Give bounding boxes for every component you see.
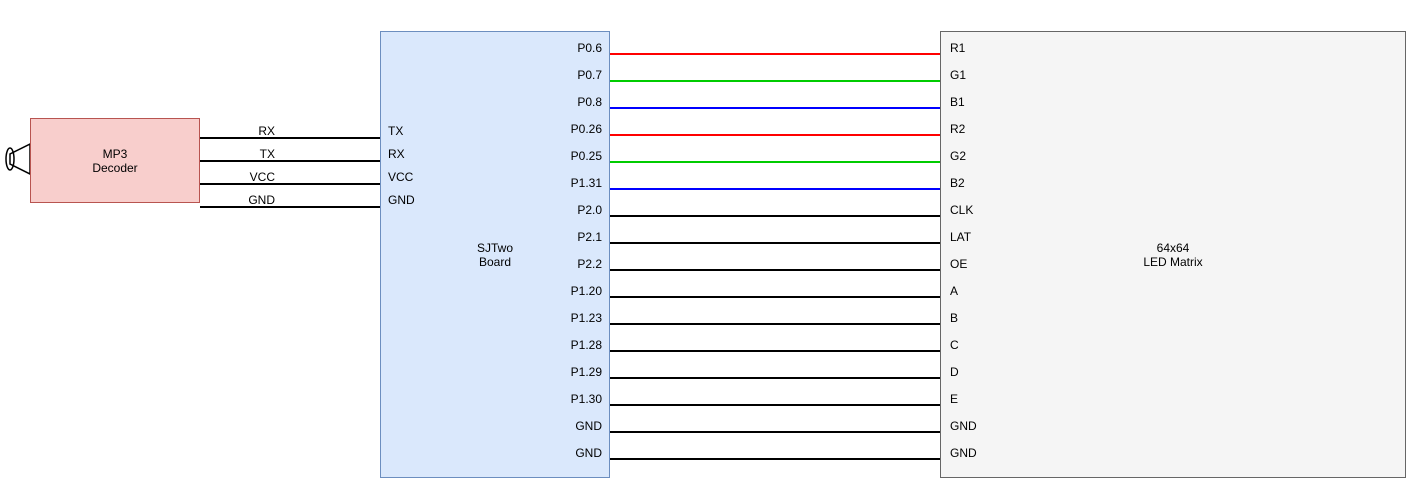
wire-sj-led (610, 215, 940, 217)
mp3-title: MP3 Decoder (92, 147, 137, 175)
wire-sj-led (610, 161, 940, 163)
wire-sj-led (610, 323, 940, 325)
wire-sj-led (610, 107, 940, 109)
sjtwo-right-pin: P0.25 (552, 149, 602, 163)
wire-mp3-vcc-sj-vcc (200, 183, 380, 185)
sjtwo-title: SJTwo Board (477, 241, 513, 269)
led-left-pin: GND (950, 419, 977, 433)
mp3-pin-gnd: GND (235, 193, 275, 207)
wire-mp3-tx-sj-rx (200, 160, 380, 162)
mp3-pin-rx: RX (235, 124, 275, 138)
led-left-pin: G2 (950, 149, 966, 163)
wire-sj-led (610, 431, 940, 433)
wire-sj-led (610, 80, 940, 82)
wire-sj-led (610, 188, 940, 190)
led-left-pin: D (950, 365, 959, 379)
sjtwo-right-pin: P1.28 (552, 338, 602, 352)
led-left-pin: R2 (950, 122, 965, 136)
led-matrix-block: 64x64 LED Matrix (940, 31, 1406, 478)
wire-sj-led (610, 350, 940, 352)
led-left-pin: C (950, 338, 959, 352)
sjtwo-left-rx: RX (388, 147, 405, 161)
sjtwo-right-pin: P1.29 (552, 365, 602, 379)
wire-sj-led (610, 458, 940, 460)
wire-sj-led (610, 377, 940, 379)
led-left-pin: B (950, 311, 958, 325)
sjtwo-left-tx: TX (388, 124, 403, 138)
wire-sj-led (610, 296, 940, 298)
sjtwo-right-pin: P0.6 (552, 41, 602, 55)
led-left-pin: R1 (950, 41, 965, 55)
led-left-pin: GND (950, 446, 977, 460)
wire-sj-led (610, 134, 940, 136)
led-left-pin: OE (950, 257, 967, 271)
led-left-pin: G1 (950, 68, 966, 82)
mp3-decoder-block: MP3 Decoder (30, 118, 200, 203)
sjtwo-left-gnd: GND (388, 193, 415, 207)
mp3-pin-vcc: VCC (235, 170, 275, 184)
wire-sj-led (610, 242, 940, 244)
led-left-pin: CLK (950, 203, 973, 217)
wire-sj-led (610, 404, 940, 406)
sjtwo-right-pin: P0.7 (552, 68, 602, 82)
speaker-icon (0, 139, 30, 179)
led-title: 64x64 LED Matrix (1143, 241, 1202, 269)
wire-sj-led (610, 269, 940, 271)
led-left-pin: LAT (950, 230, 971, 244)
sjtwo-right-pin: GND (552, 419, 602, 433)
sjtwo-right-pin: P2.2 (552, 257, 602, 271)
mp3-pin-tx: TX (235, 147, 275, 161)
sjtwo-right-pin: P2.0 (552, 203, 602, 217)
sjtwo-right-pin: P2.1 (552, 230, 602, 244)
wire-mp3-gnd-sj-gnd (200, 206, 380, 208)
sjtwo-left-vcc: VCC (388, 170, 413, 184)
sjtwo-right-pin: P1.20 (552, 284, 602, 298)
led-left-pin: B1 (950, 95, 965, 109)
sjtwo-right-pin: P1.23 (552, 311, 602, 325)
sjtwo-right-pin: P1.30 (552, 392, 602, 406)
wire-sj-led (610, 53, 940, 55)
sjtwo-right-pin: P0.8 (552, 95, 602, 109)
led-left-pin: A (950, 284, 958, 298)
sjtwo-right-pin: GND (552, 446, 602, 460)
wire-mp3-rx-sj-tx (200, 137, 380, 139)
sjtwo-right-pin: P0.26 (552, 122, 602, 136)
led-left-pin: E (950, 392, 958, 406)
sjtwo-right-pin: P1.31 (552, 176, 602, 190)
led-left-pin: B2 (950, 176, 965, 190)
